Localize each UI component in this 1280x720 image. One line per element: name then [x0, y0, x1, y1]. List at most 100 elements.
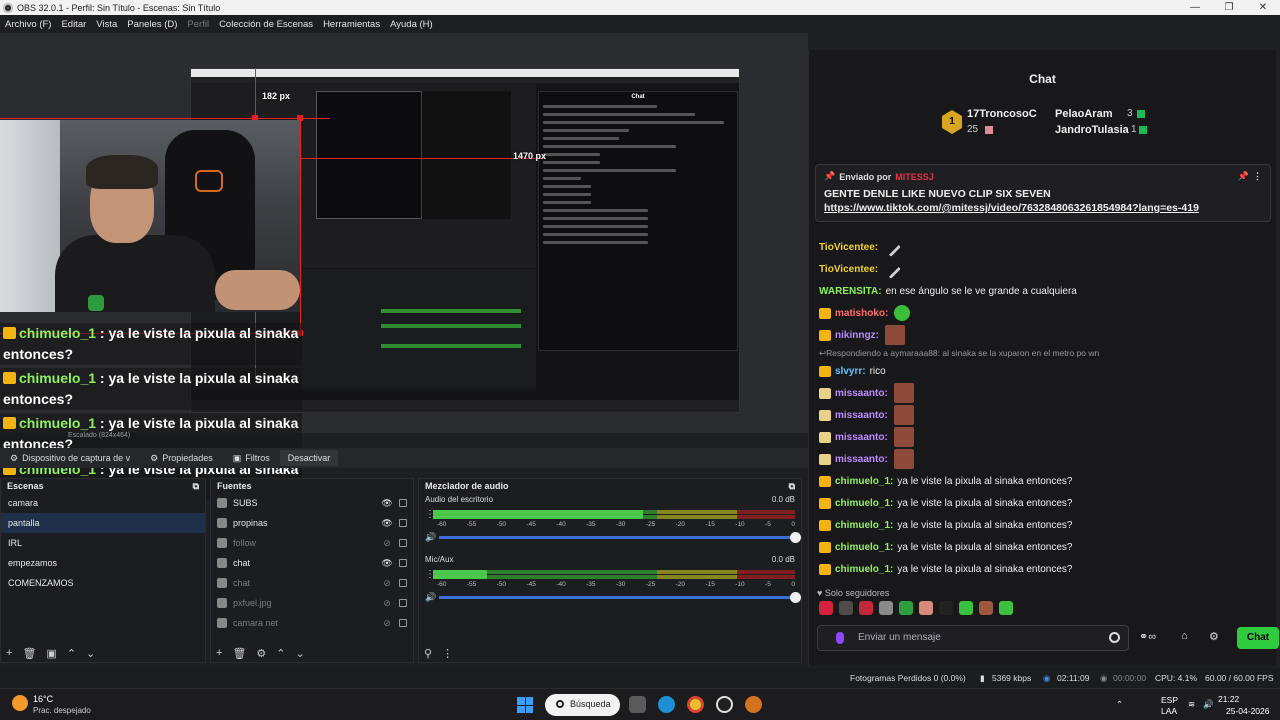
emote[interactable] [939, 601, 953, 615]
lock-icon[interactable] [399, 599, 407, 607]
menu-ayuda[interactable]: Ayuda (H) [385, 19, 438, 30]
source-item[interactable]: camara net ⊘ [211, 613, 413, 633]
eye-off-icon[interactable]: ⊘ [381, 598, 393, 609]
trash-icon[interactable]: 🗑 [22, 647, 36, 660]
wifi-icon[interactable]: ≋ [1188, 699, 1195, 710]
filters-button[interactable]: ▣ Filtros [223, 453, 280, 464]
scene-item[interactable]: IRL [1, 533, 205, 553]
volume-slider[interactable] [439, 531, 801, 543]
chat-message[interactable]: slvyrr: rico [819, 360, 1269, 382]
emote[interactable] [839, 601, 853, 615]
emote[interactable] [979, 601, 993, 615]
pinned-by-user[interactable]: MITESSJ [895, 172, 934, 182]
chat-username[interactable]: Respondiendo a aymaraaa88: al sinaka se … [826, 348, 1099, 358]
undock-icon[interactable]: ⧉ [193, 481, 199, 491]
filter-icon[interactable]: ▣ [46, 647, 56, 660]
chat-username[interactable]: nikinngz: [835, 330, 879, 341]
eye-off-icon[interactable]: ⊘ [381, 538, 393, 549]
chat-reply-indicator[interactable]: ↩ Respondiendo a aymaraaa88: al sinaka s… [819, 346, 1269, 360]
source-item[interactable]: pxfuel.jpg ⊘ [211, 593, 413, 613]
speaker-icon[interactable]: 🔊 [425, 592, 439, 603]
chat-username[interactable]: chimuelo_1: [835, 542, 893, 553]
emote[interactable] [884, 325, 905, 345]
chat-username[interactable]: chimuelo_1: [835, 520, 893, 531]
eye-icon[interactable]: 👁 [381, 518, 393, 529]
keyboard-layout[interactable]: LAA [1161, 706, 1177, 716]
chat-send-button[interactable]: Chat [1237, 627, 1279, 649]
chat-message[interactable]: chimuelo_1: ya le viste la pixula al sina… [819, 470, 1269, 492]
speaker-icon[interactable]: 🔊 [425, 532, 439, 543]
unpin-icon[interactable]: 📌 [1238, 171, 1249, 182]
volume-slider-knob[interactable] [790, 591, 801, 603]
points-icon[interactable]: ⚭∞ [1139, 630, 1156, 643]
trash-icon[interactable]: 🗑 [232, 647, 246, 660]
properties-button[interactable]: ⚙ Propiedades [140, 453, 223, 464]
emote[interactable] [819, 601, 833, 615]
chat-username[interactable]: chimuelo_1: [835, 564, 893, 575]
menu-herramientas[interactable]: Herramientas [318, 19, 385, 30]
obs-icon[interactable] [716, 696, 733, 713]
chat-username[interactable]: TioVicentee: [819, 264, 878, 275]
chat-message[interactable]: matishoko: [819, 302, 1269, 324]
source-item[interactable]: follow ⊘ [211, 533, 413, 553]
more-icon[interactable]: ⋮ [442, 647, 453, 660]
lock-icon[interactable] [399, 499, 407, 507]
scene-item-active[interactable]: pantalla [1, 513, 205, 533]
emote[interactable] [899, 601, 913, 615]
emote[interactable] [859, 601, 873, 615]
leader-name[interactable]: 17TroncosoC [967, 108, 1037, 120]
weather-icon[interactable] [12, 695, 28, 711]
add-icon[interactable]: + [6, 647, 12, 659]
lock-icon[interactable] [399, 579, 407, 587]
menu-editar[interactable]: Editar [56, 19, 91, 30]
store-icon[interactable]: ⌂ [1181, 630, 1188, 642]
chat-message-list[interactable]: TioVicentee: TioVicentee: WARENSITA: en ese… [819, 236, 1269, 580]
volume-icon[interactable]: 🔊 [1203, 699, 1214, 710]
eye-icon[interactable]: 👁 [381, 498, 393, 509]
lock-icon[interactable] [399, 539, 407, 547]
emote[interactable] [959, 601, 973, 615]
source-item[interactable]: chat ⊘ [211, 573, 413, 593]
chat-username[interactable]: chimuelo_1: [835, 476, 893, 487]
task-view-icon[interactable] [629, 696, 646, 713]
chat-username[interactable]: chimuelo_1: [835, 498, 893, 509]
bits-icon[interactable] [836, 632, 844, 644]
gear-icon[interactable]: ⚙ [1209, 630, 1219, 643]
emote[interactable] [881, 259, 902, 279]
chat-username[interactable]: matishoko: [835, 308, 888, 319]
deactivate-button[interactable]: Desactivar [279, 450, 339, 466]
volume-slider-knob[interactable] [790, 531, 801, 543]
chat-username[interactable]: missaanto: [835, 454, 888, 465]
network-icon[interactable]: ⚲ [424, 647, 432, 660]
more-icon[interactable]: ⋮ [425, 509, 435, 520]
taskbar-search[interactable]: Búsqueda [545, 694, 620, 716]
scene-item[interactable]: empezamos [1, 553, 205, 573]
menu-vista[interactable]: Vista [91, 19, 122, 30]
eye-off-icon[interactable]: ⊘ [381, 618, 393, 629]
chat-message[interactable]: chimuelo_1: ya le viste la pixula al sina… [819, 558, 1269, 580]
emoji-icon[interactable] [1109, 632, 1120, 643]
chat-username[interactable]: missaanto: [835, 410, 888, 421]
maximize-button[interactable]: ❐ [1212, 2, 1246, 13]
chat-message[interactable]: TioVicentee: [819, 258, 1269, 280]
chat-message[interactable]: chimuelo_1: ya le viste la pixula al sina… [819, 536, 1269, 558]
chat-message[interactable]: missaanto: [819, 404, 1269, 426]
gear-icon[interactable]: ⚙ [256, 647, 266, 660]
chat-username[interactable]: slvyrr: [835, 366, 866, 377]
language-code[interactable]: ESP [1161, 695, 1178, 705]
emote[interactable] [893, 405, 914, 425]
add-icon[interactable]: + [216, 647, 222, 659]
webcam-source[interactable] [0, 120, 300, 312]
minimize-button[interactable]: — [1178, 2, 1212, 13]
pinned-link[interactable]: https://www.tiktok.com/@mitessj/video/76… [824, 202, 1262, 214]
emote[interactable] [999, 601, 1013, 615]
emote[interactable] [893, 383, 914, 403]
weather-desc[interactable]: Prac. despejado [33, 706, 91, 715]
clock-time[interactable]: 21:22 [1218, 694, 1239, 704]
lock-icon[interactable] [399, 619, 407, 627]
source-item[interactable]: SUBS 👁 [211, 493, 413, 513]
scene-item[interactable]: camara [1, 493, 205, 513]
chat-message[interactable]: TioVicentee: [819, 236, 1269, 258]
chat-message[interactable]: WARENSITA: en ese ángulo se le ve grande … [819, 280, 1269, 302]
more-icon[interactable]: ⋮ [1253, 171, 1262, 182]
